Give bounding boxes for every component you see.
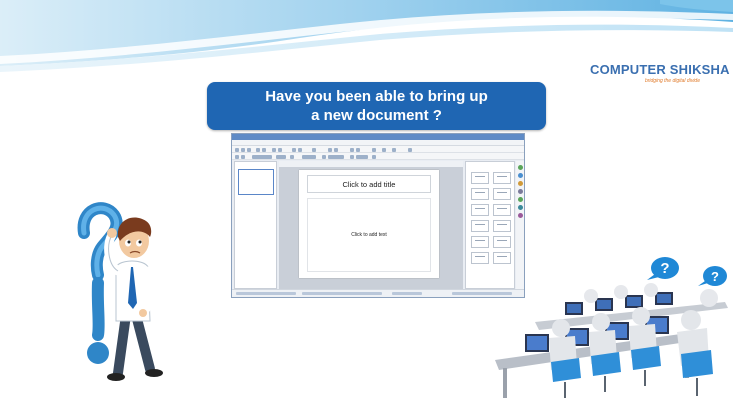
impress-screenshot: Click to add title Click to add text xyxy=(231,133,525,298)
gallery-icon xyxy=(518,205,523,210)
question-banner: Have you been able to bring up a new doc… xyxy=(207,82,546,130)
layout-thumb xyxy=(471,204,489,216)
question-bubble-icon: ? xyxy=(647,257,679,280)
layout-thumb xyxy=(471,220,489,232)
layout-thumb xyxy=(471,172,489,184)
svg-text:?: ? xyxy=(660,260,669,277)
styles-icon xyxy=(518,197,523,202)
company-logo: COMPUTER SHIKSHA bridging the digital di… xyxy=(590,60,730,94)
banner-line-1: Have you been able to bring up xyxy=(265,88,488,105)
svg-text:?: ? xyxy=(711,269,719,284)
layout-thumb xyxy=(471,252,489,264)
computer-lab-students-icon: ? ? xyxy=(495,257,728,398)
question-bubble-icon: ? xyxy=(698,266,727,286)
master-slides-icon xyxy=(518,189,523,194)
layout-thumb xyxy=(493,172,511,184)
logo-tagline: bridging the digital divide xyxy=(644,78,700,84)
logo-name: COMPUTER SHIKSHA xyxy=(590,62,730,77)
slide-transition-icon xyxy=(518,173,523,178)
slides-pane xyxy=(234,161,277,289)
navigator-icon xyxy=(518,213,523,218)
slide-canvas: Click to add title Click to add text xyxy=(279,167,463,289)
slide: COMPUTER SHIKSHA bridging the digital di… xyxy=(0,0,733,410)
layout-thumb xyxy=(471,188,489,200)
confused-man-with-question-mark-icon xyxy=(77,202,163,381)
layout-thumb xyxy=(493,236,511,248)
layout-thumb xyxy=(493,220,511,232)
animation-icon xyxy=(518,181,523,186)
app-statusbar xyxy=(232,289,524,297)
layout-thumb xyxy=(493,188,511,200)
app-toolbar-standard xyxy=(232,146,524,153)
layout-thumb xyxy=(493,204,511,216)
properties-icon xyxy=(518,165,523,170)
layout-thumb xyxy=(471,236,489,248)
banner-line-2: a new document ? xyxy=(311,107,442,124)
slide-page: Click to add title Click to add text xyxy=(299,170,439,278)
app-toolbar-formatting xyxy=(232,153,524,160)
text-placeholder: Click to add text xyxy=(307,198,431,272)
title-placeholder: Click to add title xyxy=(307,175,431,193)
slide-thumbnail xyxy=(238,169,274,195)
